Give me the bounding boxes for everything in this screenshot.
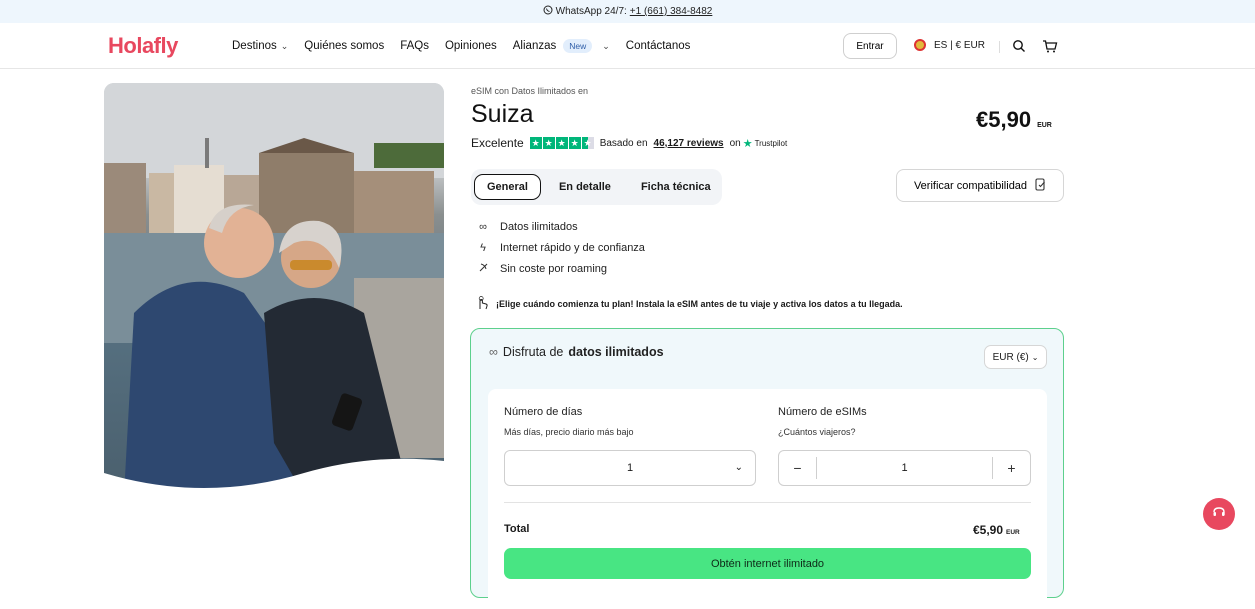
reviews-link[interactable]: 46,127 reviews bbox=[654, 138, 724, 149]
trustpilot-rating: Excelente ★ ★ ★ ★ ★ Basado en 46,127 rev… bbox=[471, 136, 787, 150]
verify-compatibility-button[interactable]: Verificar compatibilidad bbox=[896, 169, 1064, 202]
no-roaming-icon bbox=[476, 262, 490, 276]
top-announcement-bar: WhatsApp 24/7: +1 (661) 384-8482 bbox=[0, 0, 1255, 23]
esims-quantity-stepper: − 1 + bbox=[778, 450, 1031, 486]
plan-options-panel: Número de días Más días, precio diario m… bbox=[488, 389, 1047, 609]
price-display: €5,90 EUR bbox=[976, 107, 1052, 133]
tab-en-detalle[interactable]: En detalle bbox=[547, 175, 623, 199]
star-icon: ★ bbox=[555, 137, 568, 149]
get-unlimited-internet-button[interactable]: Obtén internet ilimitado bbox=[504, 548, 1031, 579]
whatsapp-phone-link[interactable]: +1 (661) 384-8482 bbox=[630, 6, 713, 17]
feature-item: ϟ Internet rápido y de confianza bbox=[476, 237, 645, 258]
nav-opiniones[interactable]: Opiniones bbox=[445, 39, 497, 53]
plan-card-heading: ∞ Disfruta de datos ilimitados bbox=[489, 345, 664, 359]
feature-list: ∞ Datos ilimitados ϟ Internet rápido y d… bbox=[476, 216, 645, 279]
spain-flag-icon bbox=[914, 39, 926, 51]
feature-label: Datos ilimitados bbox=[500, 220, 578, 233]
product-tabs: General En detalle Ficha técnica bbox=[471, 169, 722, 205]
plan-start-notice: ¡Elige cuándo comienza tu plan! Instala … bbox=[476, 296, 903, 312]
chevron-down-icon: ⌄ bbox=[1031, 352, 1039, 362]
total-label: Total bbox=[504, 523, 530, 535]
notice-text: ¡Elige cuándo comienza tu plan! Instala … bbox=[496, 299, 903, 309]
cart-icon[interactable] bbox=[1042, 38, 1058, 54]
tab-general[interactable]: General bbox=[474, 174, 541, 200]
esims-value[interactable]: 1 bbox=[816, 457, 993, 479]
chevron-down-icon: ⌄ bbox=[602, 40, 610, 51]
total-price: €5,90 EUR bbox=[973, 523, 1020, 537]
nav-contactanos[interactable]: Contáctanos bbox=[626, 39, 691, 53]
tab-ficha-tecnica[interactable]: Ficha técnica bbox=[629, 175, 723, 199]
tap-hand-icon bbox=[476, 296, 489, 312]
nav-opiniones-label: Opiniones bbox=[444, 40, 497, 52]
product-subtitle: eSIM con Datos Ilimitados en bbox=[471, 86, 589, 96]
chevron-down-icon: ⌄ bbox=[280, 40, 289, 51]
nav-contactanos-label: Contáctanos bbox=[625, 40, 691, 52]
esims-label: Número de eSIMs bbox=[778, 406, 867, 418]
nav-quienes-somos-label: Quiénes somos bbox=[304, 40, 385, 52]
feature-label: Sin coste por roaming bbox=[500, 262, 607, 275]
total-value: €5,90 bbox=[973, 523, 1004, 537]
chat-support-button[interactable] bbox=[1203, 498, 1235, 530]
feature-label: Internet rápido y de confianza bbox=[500, 241, 645, 254]
locale-label: ES | € EUR bbox=[934, 39, 985, 51]
days-hint: Más días, precio diario más bajo bbox=[504, 427, 634, 437]
infinity-icon: ∞ bbox=[489, 345, 498, 359]
nav-quienes-somos[interactable]: Quiénes somos bbox=[304, 39, 384, 53]
nav-faqs[interactable]: FAQs bbox=[400, 39, 429, 53]
locale-selector[interactable]: ES | € EUR bbox=[914, 39, 985, 51]
whatsapp-label: WhatsApp 24/7: bbox=[555, 6, 627, 17]
currency-select-value: EUR (€) bbox=[992, 351, 1029, 363]
decrement-button[interactable]: − bbox=[779, 451, 816, 485]
nav-destinos-label: Destinos bbox=[232, 40, 277, 52]
trustpilot-star-icon: ★ bbox=[742, 137, 753, 150]
site-header: Holafly Destinos ⌄ Quiénes somos FAQs Op… bbox=[0, 23, 1255, 69]
holafly-logo[interactable]: Holafly bbox=[108, 33, 178, 59]
lightning-icon: ϟ bbox=[480, 241, 486, 254]
main-nav: Destinos ⌄ Quiénes somos FAQs Opiniones … bbox=[232, 39, 706, 53]
verify-label: Verificar compatibilidad bbox=[913, 179, 1028, 192]
on-label: on bbox=[729, 137, 741, 149]
nav-alianzas-label: Alianzas bbox=[512, 40, 557, 52]
increment-button[interactable]: + bbox=[993, 451, 1030, 485]
star-icon: ★ bbox=[529, 137, 542, 149]
hero-photo bbox=[104, 83, 444, 495]
price-value: €5,90 bbox=[976, 107, 1032, 132]
infinity-icon: ∞ bbox=[479, 220, 487, 233]
plan-heading-bold: datos ilimitados bbox=[568, 345, 664, 359]
trustpilot-logo[interactable]: on ★ Trustpilot bbox=[730, 137, 788, 150]
days-value: 1 bbox=[626, 462, 634, 474]
header-divider bbox=[999, 41, 1000, 53]
based-on-label: Basado en bbox=[599, 137, 648, 149]
plan-heading-prefix: Disfruta de bbox=[502, 345, 564, 359]
star-icon: ★ bbox=[542, 137, 555, 149]
chevron-down-icon: ⌄ bbox=[734, 462, 743, 473]
esims-hint: ¿Cuántos viajeros? bbox=[778, 427, 856, 437]
trustpilot-label: Trustpilot bbox=[754, 138, 788, 148]
divider bbox=[504, 502, 1031, 503]
phone-check-icon bbox=[1035, 177, 1046, 194]
login-button[interactable]: Entrar bbox=[843, 33, 897, 59]
total-currency: EUR bbox=[1006, 529, 1020, 536]
currency-select[interactable]: EUR (€) ⌄ bbox=[984, 345, 1047, 369]
search-icon[interactable] bbox=[1012, 39, 1026, 53]
star-icon: ★ bbox=[568, 137, 581, 149]
days-select[interactable]: 1 ⌄ bbox=[504, 450, 756, 486]
nav-faqs-label: FAQs bbox=[400, 40, 429, 52]
chat-icon bbox=[1212, 506, 1226, 523]
rating-word: Excelente bbox=[471, 136, 524, 150]
feature-item: ∞ Datos ilimitados bbox=[476, 216, 645, 237]
star-half-icon: ★ bbox=[581, 137, 594, 149]
days-label: Número de días bbox=[504, 406, 583, 418]
page-title: Suiza bbox=[471, 100, 534, 128]
nav-alianzas[interactable]: Alianzas New ⌄ bbox=[513, 39, 610, 53]
price-currency: EUR bbox=[1037, 122, 1052, 129]
nav-destinos[interactable]: Destinos ⌄ bbox=[232, 39, 288, 53]
whatsapp-icon bbox=[543, 5, 553, 18]
plan-card: ∞ Disfruta de datos ilimitados EUR (€) ⌄… bbox=[470, 328, 1064, 609]
feature-item: Sin coste por roaming bbox=[476, 258, 645, 279]
new-badge: New bbox=[563, 39, 593, 53]
rating-stars: ★ ★ ★ ★ ★ bbox=[529, 137, 594, 149]
